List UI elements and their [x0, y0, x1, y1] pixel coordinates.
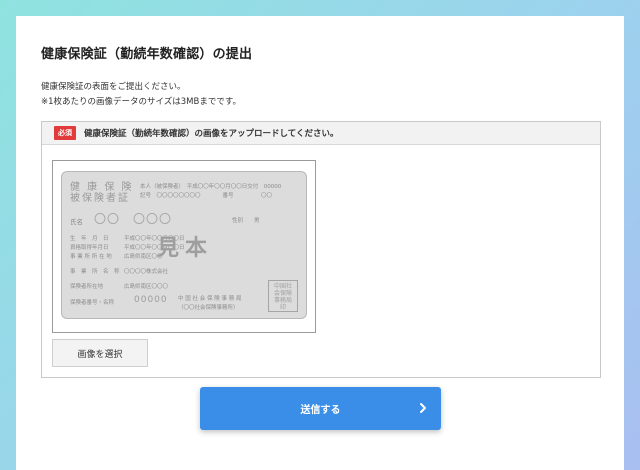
sample-insurance-card-image: 健 康 保 険 被保険者証 本人（被保険者） 平成〇〇年〇〇月〇〇日交付 000… [61, 171, 307, 319]
card-acquired-label: 資格取得年月日 [70, 245, 109, 251]
page-title: 健康保険証（勤続年数確認）の提出 [41, 47, 253, 62]
card-insurer-sub: （〇〇社会保険事務所） [178, 305, 239, 311]
card-office-addr-label: 事 業 所 所 在 地 [70, 254, 112, 260]
card-title-line-1: 健 康 保 険 [70, 182, 134, 193]
upload-header: 必須 健康保険証（勤続年数確認）の画像をアップロードしてください。 [42, 122, 600, 145]
card-insurer-name: 中 国 社 会 保 険 事 務 局 [178, 296, 242, 302]
card-birth-label: 生 年 月 日 [70, 236, 109, 242]
card-insurer-addr-value: 広島県南区〇〇〇 [124, 284, 169, 290]
card-title-line-2: 被保険者証 [70, 193, 130, 204]
card-name-label: 氏名 [70, 218, 83, 226]
submit-label: 送信する [300, 405, 341, 416]
card-office-name-value: 〇〇〇〇株式会社 [124, 269, 169, 275]
upload-label: 健康保険証（勤続年数確認）の画像をアップロードしてください。 [84, 129, 339, 139]
seal-text: 中国社会保険事務局印 [273, 283, 292, 311]
card-insurer-no-label: 保険者番号・名称 [70, 300, 115, 306]
card-name-value: 〇〇 〇〇〇 [94, 212, 173, 226]
description-line-2: ※1枚あたりの画像データのサイズは3MBまでです。 [41, 97, 242, 107]
submit-button[interactable]: 送信する [200, 387, 441, 430]
insurer-seal-stamp: 中国社会保険事務局印 [268, 280, 298, 312]
select-image-button[interactable]: 画像を選択 [52, 339, 148, 367]
main-card: 健康保険証（勤続年数確認）の提出 健康保険証の表面をご提出ください。 ※1枚あた… [16, 16, 624, 470]
card-symbol-line: 記号 〇〇〇〇〇〇〇〇 番号 〇〇 [140, 193, 273, 199]
sample-watermark: 見本 [157, 236, 214, 261]
card-insurer-no-value: 00000 [134, 295, 168, 305]
card-gender: 性別 男 [232, 218, 260, 224]
chevron-right-icon [420, 403, 426, 413]
card-office-name-label: 事 業 所 名 称 [70, 269, 120, 275]
card-insured-line: 本人（被保険者） 平成〇〇年〇〇月〇〇日交付 00000 [140, 184, 282, 190]
image-preview: 健 康 保 険 被保険者証 本人（被保険者） 平成〇〇年〇〇月〇〇日交付 000… [52, 160, 316, 333]
description: 健康保険証の表面をご提出ください。 ※1枚あたりの画像データのサイズは3MBまで… [41, 80, 241, 110]
required-badge: 必須 [54, 126, 76, 140]
description-line-1: 健康保険証の表面をご提出ください。 [41, 82, 186, 92]
card-insurer-addr-label: 保険者所在地 [70, 284, 104, 290]
upload-section: 必須 健康保険証（勤続年数確認）の画像をアップロードしてください。 健 康 保 … [41, 121, 601, 378]
card-title: 健 康 保 険 被保険者証 [70, 182, 134, 204]
